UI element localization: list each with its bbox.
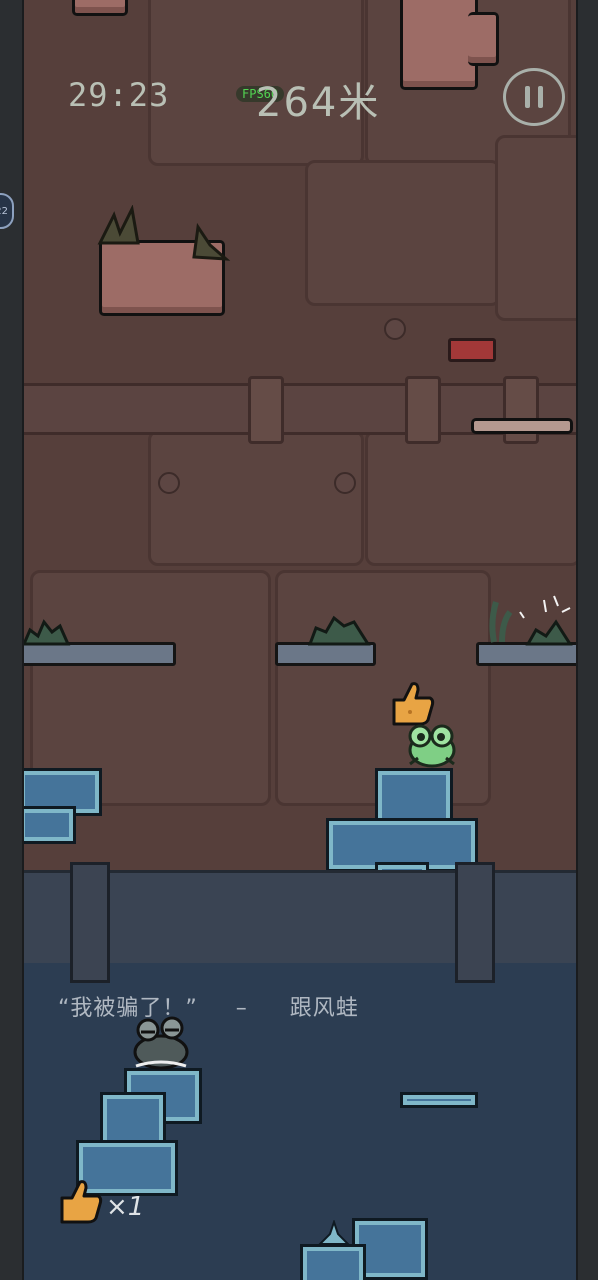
pause-icon [525, 86, 530, 108]
wall-panel [365, 430, 581, 566]
wall-panel [305, 160, 501, 306]
quote-author: 跟风蛙 [289, 996, 359, 1021]
water-post [455, 862, 495, 983]
wall-panel [148, 430, 364, 566]
tip-quote: “我被骗了！” – 跟风蛙 [58, 990, 359, 1022]
bush-icon [489, 595, 573, 646]
ice-block [300, 1244, 366, 1280]
height-meter: 264米 [256, 80, 381, 126]
right-wall [576, 0, 598, 1280]
ice-ledge [400, 1092, 478, 1108]
thumbs-up-count: ×1 [106, 1192, 145, 1222]
spike-icon [318, 1220, 350, 1245]
game-stage [0, 0, 598, 1280]
wall-rivet [384, 318, 406, 340]
quote-dash: – [235, 996, 248, 1021]
pause-button[interactable] [503, 68, 565, 126]
brick-block [72, 0, 128, 16]
thumbs-up-counter: ×1 [56, 1178, 144, 1224]
quote-text: “我被骗了！” [58, 996, 198, 1021]
bush-icon [22, 619, 71, 646]
ice-block [18, 806, 76, 844]
pipe-joint [405, 376, 441, 444]
thumbs-up-icon [60, 1180, 103, 1224]
pause-icon [538, 86, 543, 108]
timer: 29:23 [68, 76, 170, 114]
brick-block [400, 0, 478, 90]
left-wall: 22 [0, 0, 24, 1280]
water-post [70, 862, 110, 983]
brick-block [468, 12, 499, 66]
wall-rivet [334, 472, 356, 494]
bush-icon [97, 205, 231, 261]
side-badge[interactable]: 22 [0, 193, 14, 229]
frog-player [408, 724, 456, 768]
pipe-joint [248, 376, 284, 444]
thin-ledge [471, 418, 573, 434]
pipe-valve [448, 338, 496, 362]
bush-icon [308, 615, 371, 646]
wall-rivet [158, 472, 180, 494]
